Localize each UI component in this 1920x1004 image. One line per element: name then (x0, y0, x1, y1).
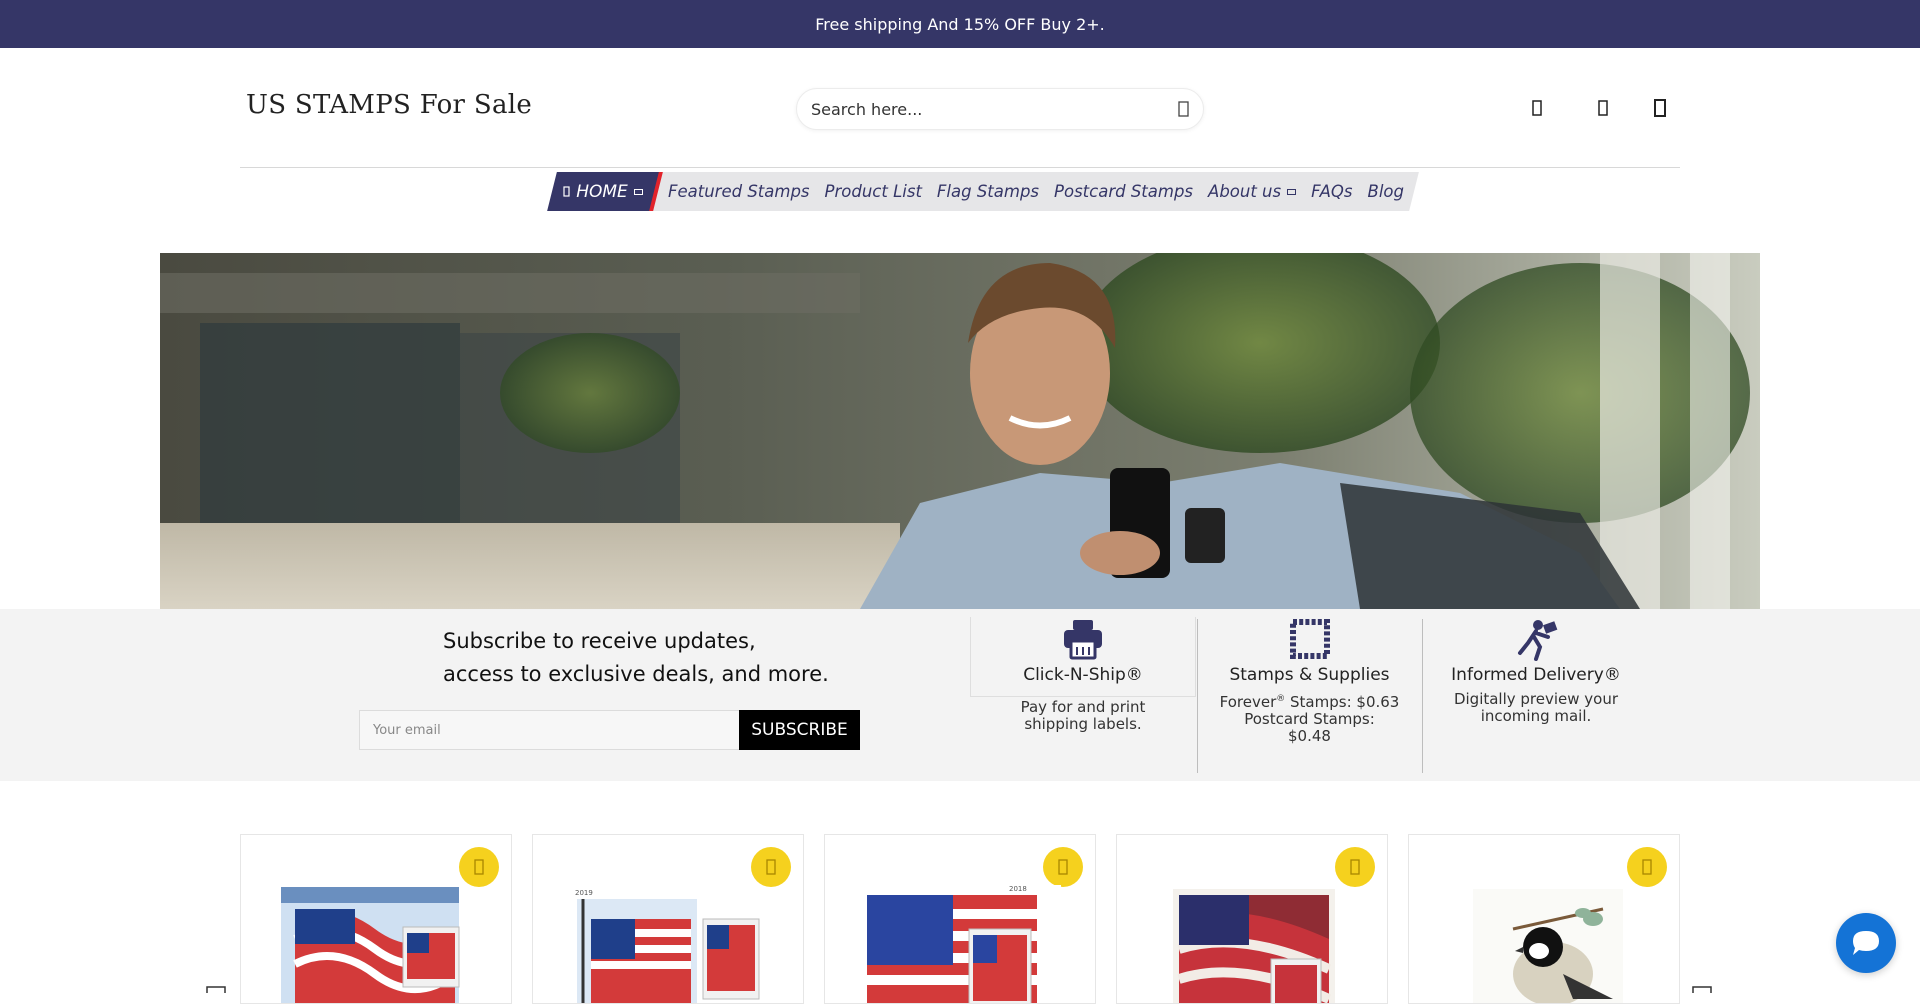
product-card[interactable] (1408, 834, 1680, 1004)
nav-item-flag-stamps[interactable]: Flag Stamps (937, 182, 1039, 201)
search-input[interactable] (811, 89, 1151, 129)
feature-desc-line: incoming mail. (1480, 707, 1592, 725)
product-card[interactable] (1116, 834, 1388, 1004)
feature-title: Informed Delivery® (1451, 665, 1621, 685)
product-card[interactable]: 2018 (824, 834, 1096, 1004)
carousel-prev-arrow[interactable] (206, 986, 226, 993)
feature-desc-price: Stamps: $0.63 (1285, 693, 1400, 711)
tag-icon (1058, 859, 1068, 875)
nav-item-home[interactable]: HOME (547, 172, 665, 211)
mail-carrier-icon (1518, 620, 1558, 661)
subscribe-button[interactable]: SUBSCRIBE (739, 710, 860, 750)
nav-item-featured-stamps[interactable]: Featured Stamps (668, 182, 810, 201)
stamp-year: 2019 (575, 889, 593, 897)
chat-icon (1853, 931, 1879, 955)
search-icon[interactable] (1175, 100, 1193, 118)
feature-desc-line: shipping labels. (1024, 715, 1142, 733)
feature-desc-line: Digitally preview your (1453, 690, 1619, 708)
main-nav: HOME Featured Stamps Product List Flag S… (544, 172, 1419, 211)
hero-banner[interactable] (160, 253, 1760, 609)
feature-desc-line: Postcard Stamps: (1244, 710, 1375, 728)
product-card[interactable]: 2019 (532, 834, 804, 1004)
subscribe-line-1: Subscribe to receive updates, (443, 629, 756, 653)
product-image (281, 887, 460, 1003)
announcement-text: Free shipping And 15% OFF Buy 2+. (815, 14, 1105, 34)
product-card[interactable] (240, 834, 512, 1004)
product-image (1473, 889, 1623, 1003)
cart-icon[interactable] (1649, 96, 1671, 120)
chevron-down-icon (633, 188, 643, 195)
tag-icon (1350, 859, 1360, 875)
hero-image (160, 253, 1760, 609)
chat-button[interactable] (1836, 913, 1896, 973)
stamp-icon (1289, 619, 1330, 659)
product-image: 2018 (861, 885, 1061, 1003)
feature-desc-line: $0.48 (1288, 727, 1331, 745)
feature-title: Click-N-Ship® (1023, 665, 1143, 685)
tag-icon (1642, 859, 1652, 875)
subscribe-text: Subscribe to receive updates, access to … (443, 625, 829, 691)
carousel-next-arrow[interactable] (1692, 986, 1712, 993)
email-field[interactable] (359, 710, 740, 750)
chevron-down-icon (1287, 188, 1297, 195)
nav-item-product-list[interactable]: Product List (825, 182, 922, 201)
product-image: 2019 (573, 887, 763, 1003)
feature-click-n-ship[interactable]: Click-N-Ship® (970, 617, 1196, 697)
nav-label-about-us: About us (1208, 182, 1282, 201)
product-carousel: 2019 2018 (240, 834, 1680, 1004)
search-box (796, 88, 1204, 130)
home-icon (563, 186, 570, 197)
info-strip: Subscribe to receive updates, access to … (0, 609, 1920, 781)
announcement-bar: Free shipping And 15% OFF Buy 2+. (0, 0, 1920, 48)
divider (1422, 619, 1423, 773)
feature-desc-forever: Forever (1219, 693, 1277, 711)
feature-desc-line: Pay for and print (1020, 698, 1146, 716)
tag-icon (474, 859, 484, 875)
nav-item-faqs[interactable]: FAQs (1311, 182, 1352, 201)
account-icon[interactable] (1526, 96, 1548, 120)
site-logo[interactable]: US STAMPS For Sale (246, 90, 532, 120)
tag-icon (766, 859, 776, 875)
feature-informed-delivery[interactable]: Informed Delivery® Digitally preview you… (1424, 617, 1648, 725)
feature-title: Stamps & Supplies (1229, 665, 1390, 685)
subscribe-line-2: access to exclusive deals, and more. (443, 662, 829, 686)
nav-item-about-us[interactable]: About us (1208, 182, 1297, 201)
nav-label-home: HOME (576, 181, 628, 202)
feature-stamps-supplies[interactable]: Stamps & Supplies Forever® Stamps: $0.63… (1198, 617, 1421, 745)
feature-click-n-ship-desc: Pay for and print shipping labels. (970, 699, 1196, 733)
site-header: US STAMPS For Sale (240, 48, 1680, 168)
nav-item-postcard-stamps[interactable]: Postcard Stamps (1054, 182, 1193, 201)
registered-mark: ® (1276, 694, 1286, 704)
stamp-year: 2018 (1009, 885, 1027, 893)
wishlist-icon[interactable] (1592, 96, 1614, 120)
nav-item-blog[interactable]: Blog (1368, 182, 1404, 201)
printer-icon (1064, 620, 1102, 660)
nav-links: Featured Stamps Product List Flag Stamps… (653, 172, 1419, 211)
product-image (1173, 889, 1335, 1003)
